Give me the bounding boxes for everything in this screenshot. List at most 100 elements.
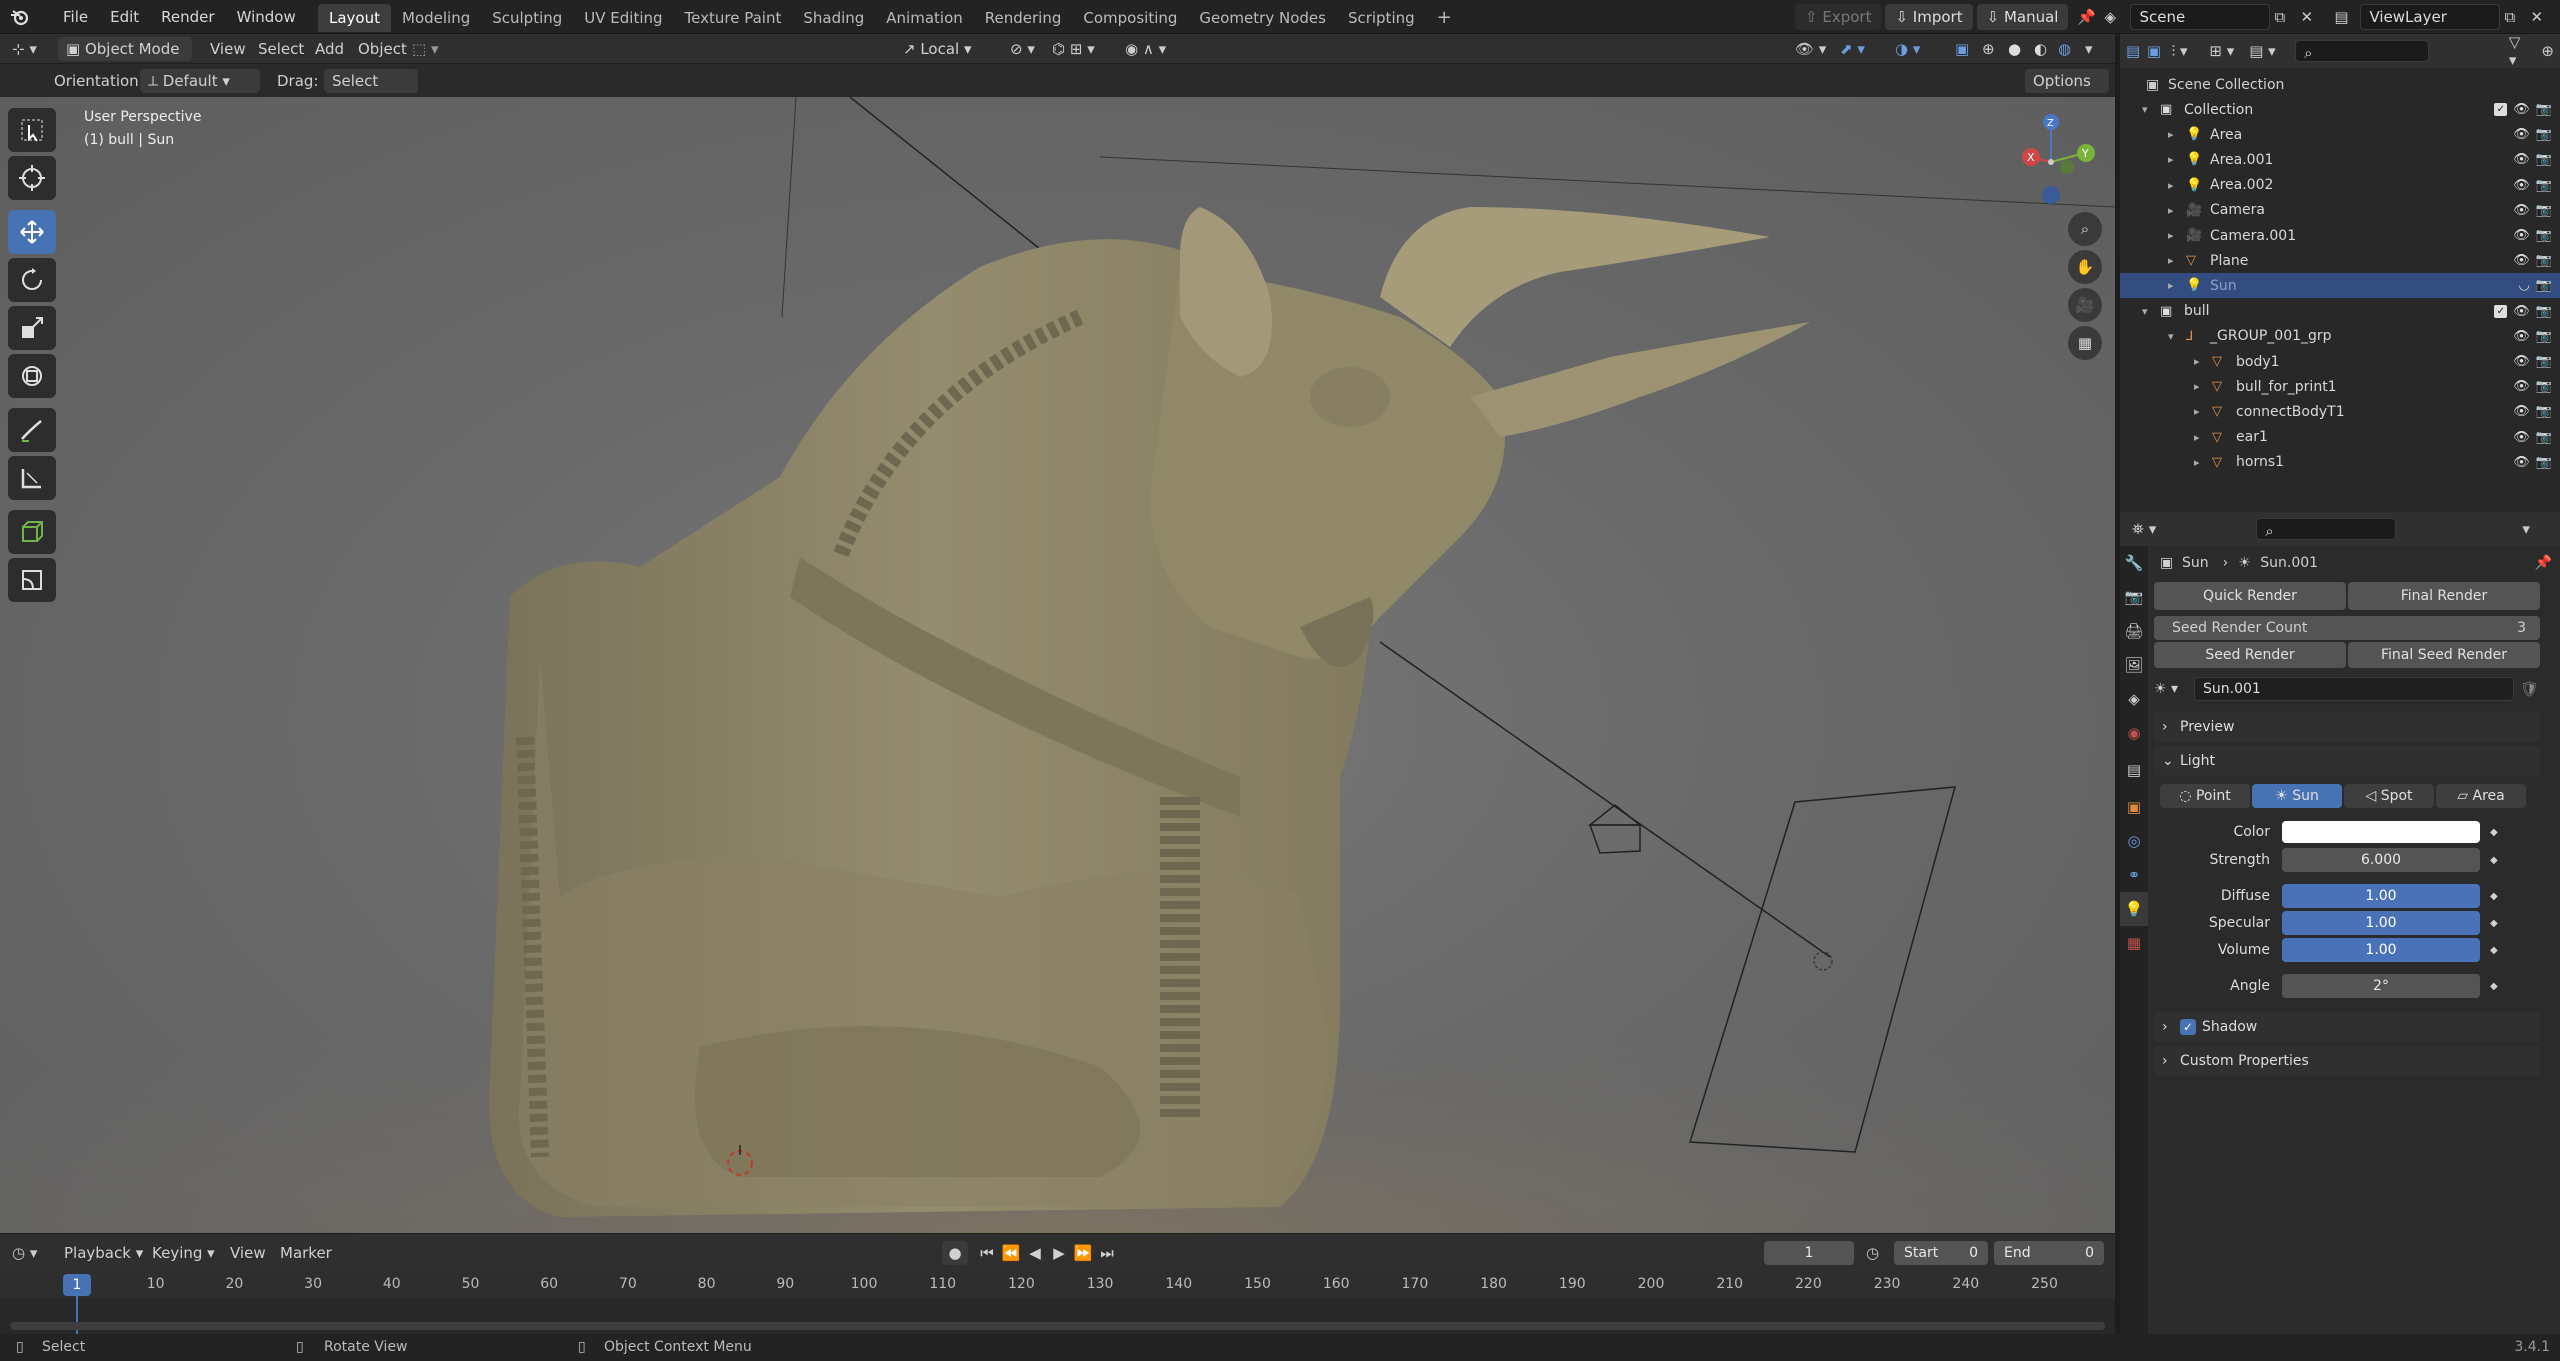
- eye-icon[interactable]: 👁: [2513, 102, 2530, 117]
- render-camera-icon[interactable]: 📷: [2536, 430, 2552, 445]
- menu-object[interactable]: Object: [358, 34, 407, 64]
- outliner-view-icon[interactable]: ▤ ▾: [2249, 42, 2287, 60]
- datablock-name-field[interactable]: Sun.001: [2194, 677, 2514, 701]
- eye-icon[interactable]: 👁: [2513, 430, 2530, 445]
- menu-keying[interactable]: Keying ▾: [152, 1238, 215, 1268]
- export-button[interactable]: ⇧ Export: [1795, 4, 1882, 30]
- extrude-tool[interactable]: [8, 558, 56, 602]
- expand-right-icon[interactable]: ▸: [2194, 431, 2200, 444]
- eye-icon[interactable]: 👁: [2513, 404, 2530, 419]
- shading-solid-icon[interactable]: ●: [2008, 34, 2021, 64]
- play-icon[interactable]: ▶: [1048, 1241, 1070, 1265]
- shadow-panel-header[interactable]: › ✓ Shadow: [2154, 1012, 2540, 1042]
- properties-editor-icon[interactable]: ⛯ ▾: [2132, 520, 2156, 538]
- include-checkbox-icon[interactable]: ✓: [2494, 304, 2508, 318]
- quick-render-button[interactable]: Quick Render: [2154, 582, 2346, 610]
- strength-field[interactable]: 6.000: [2282, 848, 2480, 872]
- outliner-sync-icon[interactable]: ⊞ ▾: [2209, 42, 2249, 60]
- scene-collection-row[interactable]: ▣ Scene Collection: [2120, 72, 2560, 97]
- play-reverse-icon[interactable]: ◀: [1024, 1241, 1046, 1265]
- outliner-row[interactable]: ▸ ▽ ear1 👁 📷: [2120, 425, 2560, 450]
- properties-options-icon[interactable]: ▾: [2522, 520, 2530, 538]
- outliner-row[interactable]: ▸ ▽ connectBodyT1 👁 📷: [2120, 399, 2560, 424]
- tab-sculpting[interactable]: Sculpting: [481, 4, 573, 32]
- color-keyframe-icon[interactable]: ◆: [2490, 827, 2498, 838]
- playhead[interactable]: 1: [63, 1274, 91, 1296]
- select-box-tool[interactable]: [8, 108, 56, 152]
- menu-view[interactable]: View: [210, 34, 246, 64]
- annotate-tool[interactable]: [8, 408, 56, 452]
- pivot-point-icon[interactable]: ⊘ ▾: [1010, 34, 1035, 64]
- outliner-filter-icon[interactable]: ▣: [2147, 42, 2172, 60]
- shading-options-icon[interactable]: ▾: [2085, 34, 2093, 64]
- eye-icon[interactable]: 👁: [2513, 379, 2530, 394]
- outliner-row[interactable]: ▸ 🎥 Camera.001 👁 📷: [2120, 223, 2560, 248]
- menu-timeline-view[interactable]: View: [230, 1238, 266, 1268]
- expand-down-icon[interactable]: ▾: [2142, 305, 2148, 318]
- seed-render-button[interactable]: Seed Render: [2154, 642, 2346, 668]
- outliner-row[interactable]: ▸ 🎥 Camera 👁 📷: [2120, 198, 2560, 223]
- gizmo-toggle-icon[interactable]: ⬚ ▾: [412, 34, 438, 64]
- scene-icon[interactable]: ◈: [2104, 8, 2126, 26]
- blender-logo-icon[interactable]: [10, 7, 30, 27]
- next-keyframe-icon[interactable]: ⏩: [1072, 1241, 1094, 1265]
- tab-rendering[interactable]: Rendering: [974, 4, 1073, 32]
- tab-texture-paint[interactable]: Texture Paint: [674, 4, 793, 32]
- navigation-gizmo[interactable]: Z Y X: [2003, 107, 2103, 217]
- shading-material-icon[interactable]: ◐: [2034, 34, 2047, 64]
- tab-output-icon[interactable]: 🖨: [2120, 614, 2148, 648]
- tab-geometry-nodes[interactable]: Geometry Nodes: [1188, 4, 1337, 32]
- xray-icon[interactable]: ▣: [1955, 34, 1969, 64]
- record-icon[interactable]: ●: [942, 1241, 968, 1265]
- tab-object-icon[interactable]: ▣: [2120, 790, 2148, 824]
- specular-keyframe-icon[interactable]: ◆: [2490, 918, 2498, 929]
- render-camera-icon[interactable]: 📷: [2536, 354, 2552, 369]
- expand-right-icon[interactable]: ▸: [2168, 279, 2174, 292]
- render-camera-icon[interactable]: 📷: [2536, 304, 2552, 319]
- eye-icon[interactable]: ◡: [2518, 278, 2529, 293]
- add-workspace-icon[interactable]: +: [1426, 4, 1463, 32]
- scale-tool[interactable]: [8, 306, 56, 350]
- start-frame-field[interactable]: Start 0: [1894, 1241, 1988, 1265]
- manual-button[interactable]: ⇩ Manual: [1976, 4, 2069, 30]
- outliner-row[interactable]: ▸ ▽ body1 👁 📷: [2120, 349, 2560, 374]
- viewlayer-icon[interactable]: ▤: [2326, 8, 2356, 26]
- eye-icon[interactable]: 👁: [2513, 203, 2530, 218]
- outliner-row[interactable]: ▸ 💡 Area.001 👁 📷: [2120, 147, 2560, 172]
- menu-select[interactable]: Select: [258, 34, 304, 64]
- tab-compositing[interactable]: Compositing: [1072, 4, 1188, 32]
- light-datablock-icon[interactable]: ☀ ▾: [2154, 681, 2194, 697]
- render-camera-icon[interactable]: 📷: [2536, 455, 2552, 470]
- custom-properties-panel-header[interactable]: › Custom Properties: [2154, 1046, 2540, 1076]
- preview-panel-header[interactable]: › Preview: [2154, 712, 2540, 742]
- jump-end-icon[interactable]: ⏭: [1096, 1241, 1118, 1265]
- transform-tool[interactable]: [8, 354, 56, 398]
- light-type-area[interactable]: ▱ Area: [2436, 784, 2526, 808]
- final-render-button[interactable]: Final Render: [2348, 582, 2540, 610]
- tab-animation[interactable]: Animation: [875, 4, 973, 32]
- current-frame-field[interactable]: 1: [1764, 1241, 1854, 1265]
- import-button[interactable]: ⇩ Import: [1885, 4, 1973, 30]
- options-dropdown[interactable]: Options ▾: [2025, 69, 2109, 114]
- visibility-icon[interactable]: 👁 ▾: [1795, 34, 1826, 64]
- new-collection-icon[interactable]: ⊕: [2541, 42, 2554, 60]
- eye-icon[interactable]: 👁: [2513, 354, 2530, 369]
- outliner-search-input[interactable]: ⌕: [2295, 40, 2429, 62]
- render-camera-icon[interactable]: 📷: [2536, 127, 2552, 142]
- pan-icon[interactable]: ✋: [2068, 250, 2102, 284]
- expand-right-icon[interactable]: ▸: [2168, 128, 2174, 141]
- rotate-tool[interactable]: [8, 258, 56, 302]
- render-camera-icon[interactable]: 📷: [2536, 404, 2552, 419]
- outliner-editor-icon[interactable]: ▤: [2126, 42, 2147, 60]
- zoom-icon[interactable]: ⌕: [2068, 212, 2102, 246]
- light-type-spot[interactable]: ◁ Spot: [2344, 784, 2434, 808]
- render-camera-icon[interactable]: 📷: [2536, 278, 2552, 293]
- measure-tool[interactable]: [8, 456, 56, 500]
- expand-right-icon[interactable]: ▸: [2168, 179, 2174, 192]
- editor-type-icon[interactable]: ⊹ ▾: [12, 34, 37, 64]
- viewlayer-name-field[interactable]: ViewLayer: [2360, 4, 2501, 30]
- tab-scene-icon[interactable]: ◈: [2120, 682, 2148, 716]
- menu-file[interactable]: File: [52, 8, 99, 26]
- render-camera-icon[interactable]: 📷: [2536, 379, 2552, 394]
- delete-viewlayer-icon[interactable]: ✕: [2530, 8, 2552, 26]
